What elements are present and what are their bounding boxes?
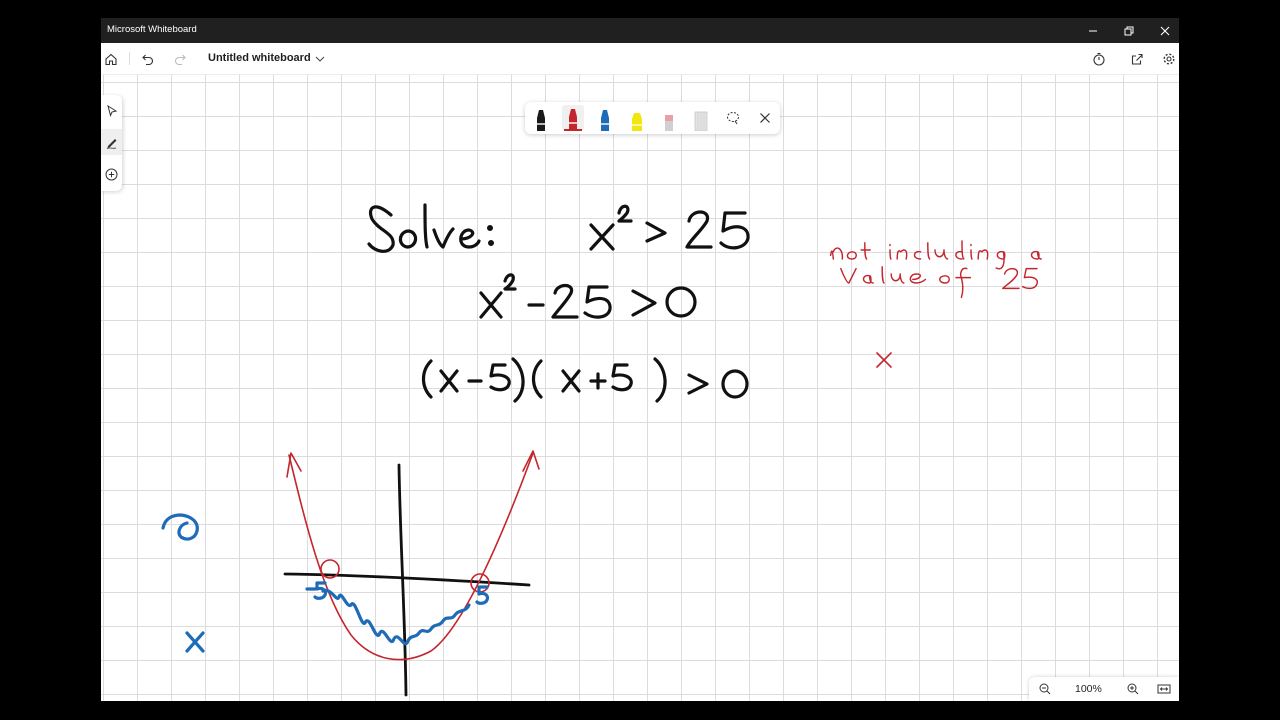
restore-icon	[1124, 26, 1134, 35]
toolbar-divider	[129, 52, 130, 65]
black-ink-strokes	[283, 203, 750, 697]
share-button[interactable]	[1124, 43, 1150, 74]
blue-pen-icon	[601, 110, 609, 131]
close-icon	[760, 113, 770, 123]
fit-to-screen-icon	[1157, 684, 1171, 694]
red-pen-button[interactable]	[562, 105, 584, 131]
ruler-icon	[694, 111, 708, 131]
gear-icon	[1163, 52, 1175, 65]
lasso-select-button[interactable]	[722, 105, 744, 131]
redo-icon	[174, 54, 186, 65]
close-window-button[interactable]	[1147, 18, 1179, 43]
zoom-level[interactable]: 100%	[1075, 683, 1102, 695]
ink-layer	[161, 203, 1042, 697]
plus-circle-icon	[105, 168, 118, 180]
zoom-out-icon	[1039, 683, 1051, 695]
settings-button[interactable]	[1156, 43, 1179, 74]
blue-ink-strokes	[161, 513, 490, 653]
whiteboard-canvas[interactable]: 100%	[101, 75, 1179, 701]
redo-button[interactable]	[167, 43, 193, 74]
ruler-button[interactable]	[690, 105, 712, 131]
minimize-icon	[1089, 30, 1097, 31]
close-pen-tray-button[interactable]	[754, 105, 776, 131]
timer-icon	[1093, 52, 1105, 66]
fit-to-screen-button[interactable]	[1151, 677, 1177, 701]
zoom-in-icon	[1127, 683, 1139, 695]
highlighter-icon	[632, 113, 642, 131]
inking-tool[interactable]	[101, 129, 122, 155]
eraser-button[interactable]	[658, 105, 680, 131]
red-ink-strokes	[286, 240, 1042, 661]
home-icon	[105, 53, 117, 65]
cursor-icon	[107, 104, 118, 117]
yellow-highlighter-button[interactable]	[626, 105, 648, 131]
blue-pen-button[interactable]	[594, 105, 616, 131]
title-bar: Microsoft Whiteboard	[101, 18, 1179, 43]
board-name-dropdown[interactable]	[311, 43, 329, 74]
zoom-controls: 100%	[1029, 677, 1179, 701]
board-name[interactable]: Untitled whiteboard	[208, 52, 311, 64]
close-icon	[1160, 26, 1170, 35]
timer-button[interactable]	[1086, 43, 1112, 74]
pen-icon	[106, 138, 117, 149]
restore-button[interactable]	[1111, 18, 1147, 43]
home-button[interactable]	[101, 43, 124, 74]
undo-button[interactable]	[135, 43, 161, 74]
select-tool[interactable]	[101, 97, 122, 123]
pen-tray	[525, 102, 780, 134]
share-icon	[1131, 53, 1143, 65]
minimize-button[interactable]	[1075, 18, 1111, 43]
left-tool-panel	[101, 95, 122, 191]
zoom-in-button[interactable]	[1120, 677, 1146, 701]
app-toolbar: Untitled whiteboard	[101, 43, 1179, 75]
chevron-down-icon	[315, 56, 325, 62]
zoom-out-button[interactable]	[1032, 677, 1058, 701]
add-content-button[interactable]	[101, 161, 122, 187]
eraser-icon	[665, 115, 673, 131]
whiteboard-window: Microsoft Whiteboard Untitled whiteboard	[101, 18, 1179, 701]
black-pen-icon	[537, 110, 545, 131]
window-title: Microsoft Whiteboard	[107, 24, 197, 35]
lasso-icon	[727, 112, 739, 125]
undo-icon	[142, 54, 154, 65]
red-pen-icon	[569, 109, 577, 131]
black-pen-button[interactable]	[530, 105, 552, 131]
